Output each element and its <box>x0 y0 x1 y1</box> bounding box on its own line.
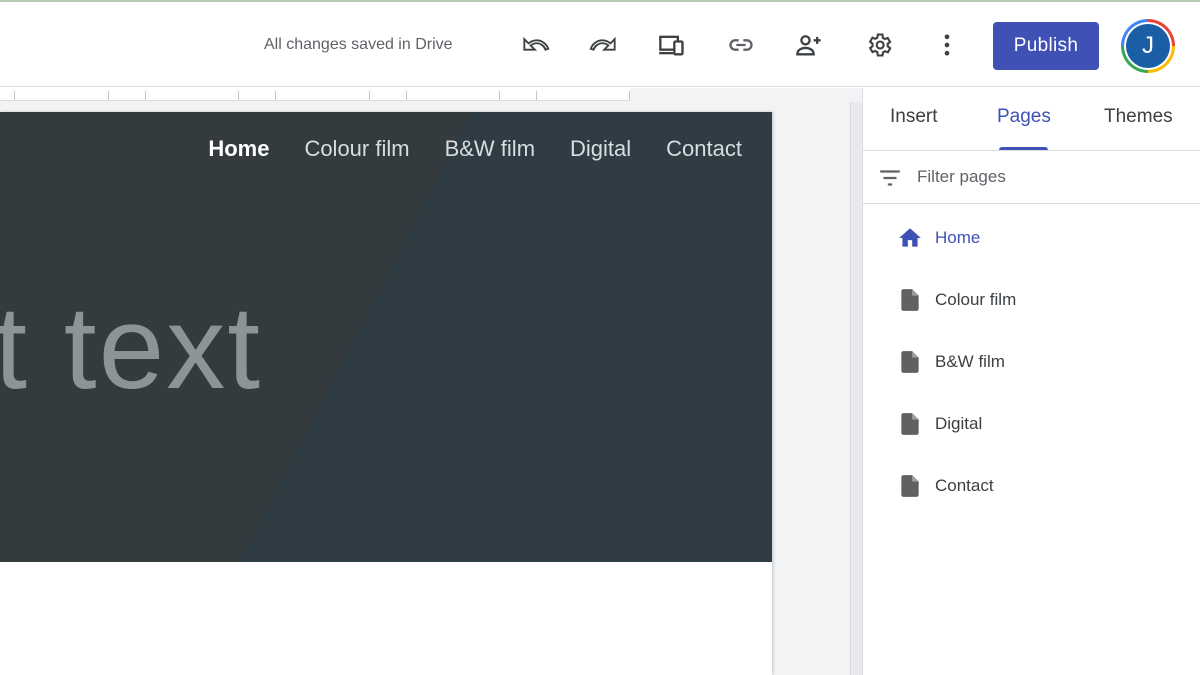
page-item-contact[interactable]: Contact <box>863 461 1200 511</box>
page-item-label: B&W film <box>935 352 1005 371</box>
ruler-tick <box>629 91 630 100</box>
nav-item-digital[interactable]: Digital <box>570 136 631 162</box>
filter-pages-input[interactable]: Filter pages <box>863 151 1200 204</box>
page-icon <box>901 475 919 497</box>
tab-themes[interactable]: Themes <box>1104 106 1173 128</box>
page-item-home[interactable]: Home <box>863 213 1200 263</box>
settings-gear-icon[interactable] <box>862 28 896 62</box>
hero-title-text[interactable]: it text <box>0 280 262 416</box>
top-toolbar: All changes saved in Drive Publish J <box>0 0 1200 87</box>
home-icon <box>899 228 921 247</box>
page-item-digital[interactable]: Digital <box>863 399 1200 449</box>
ruler-tick <box>536 91 537 100</box>
avatar-initial: J <box>1126 24 1170 68</box>
side-panel: Insert Pages Themes Filter pages Home Co… <box>862 88 1200 675</box>
tab-insert[interactable]: Insert <box>890 106 938 128</box>
nav-item-bw-film[interactable]: B&W film <box>445 136 535 162</box>
sites-editor: All changes saved in Drive Publish J Hom… <box>0 0 1200 675</box>
publish-button[interactable]: Publish <box>993 22 1099 70</box>
active-tab-indicator <box>999 147 1048 150</box>
ruler-tick <box>108 91 109 100</box>
preview-devices-icon[interactable] <box>655 28 689 62</box>
page-icon <box>901 413 919 435</box>
nav-item-contact[interactable]: Contact <box>666 136 742 162</box>
filter-icon <box>880 170 900 186</box>
ruler-tick <box>14 91 15 100</box>
page-icon <box>901 289 919 311</box>
filter-placeholder: Filter pages <box>917 167 1006 186</box>
page-item-label: Home <box>935 228 981 247</box>
share-add-person-icon[interactable] <box>792 28 826 62</box>
undo-icon[interactable] <box>519 28 553 62</box>
ruler-tick <box>238 91 239 100</box>
ruler-tick <box>499 91 500 100</box>
ruler-tick <box>369 91 370 100</box>
tab-pages[interactable]: Pages <box>997 106 1051 128</box>
site-page-preview[interactable]: Home Colour film B&W film Digital Contac… <box>0 112 772 675</box>
ruler-tick <box>275 91 276 100</box>
nav-item-colour-film[interactable]: Colour film <box>304 136 409 162</box>
page-item-label: Colour film <box>935 290 1017 309</box>
avatar[interactable]: J <box>1121 19 1175 73</box>
more-vert-icon[interactable] <box>930 28 964 62</box>
page-item-label: Contact <box>935 476 994 495</box>
ruler-tick <box>145 91 146 100</box>
nav-item-home[interactable]: Home <box>208 136 269 162</box>
redo-icon[interactable] <box>586 28 620 62</box>
panel-tabs: Insert Pages Themes <box>863 88 1200 151</box>
ruler <box>0 88 630 101</box>
page-icon <box>901 351 919 373</box>
canvas-scrollbar[interactable] <box>850 102 862 675</box>
page-item-colour-film[interactable]: Colour film <box>863 275 1200 325</box>
link-icon[interactable] <box>724 28 758 62</box>
page-item-label: Digital <box>935 414 983 433</box>
hero-banner[interactable]: Home Colour film B&W film Digital Contac… <box>0 112 772 562</box>
editor-canvas: Home Colour film B&W film Digital Contac… <box>0 88 862 675</box>
save-status: All changes saved in Drive <box>264 36 453 53</box>
site-navigation: Home Colour film B&W film Digital Contac… <box>208 136 742 162</box>
ruler-tick <box>406 91 407 100</box>
avatar-ring: J <box>1124 22 1172 70</box>
page-item-bw-film[interactable]: B&W film <box>863 337 1200 387</box>
